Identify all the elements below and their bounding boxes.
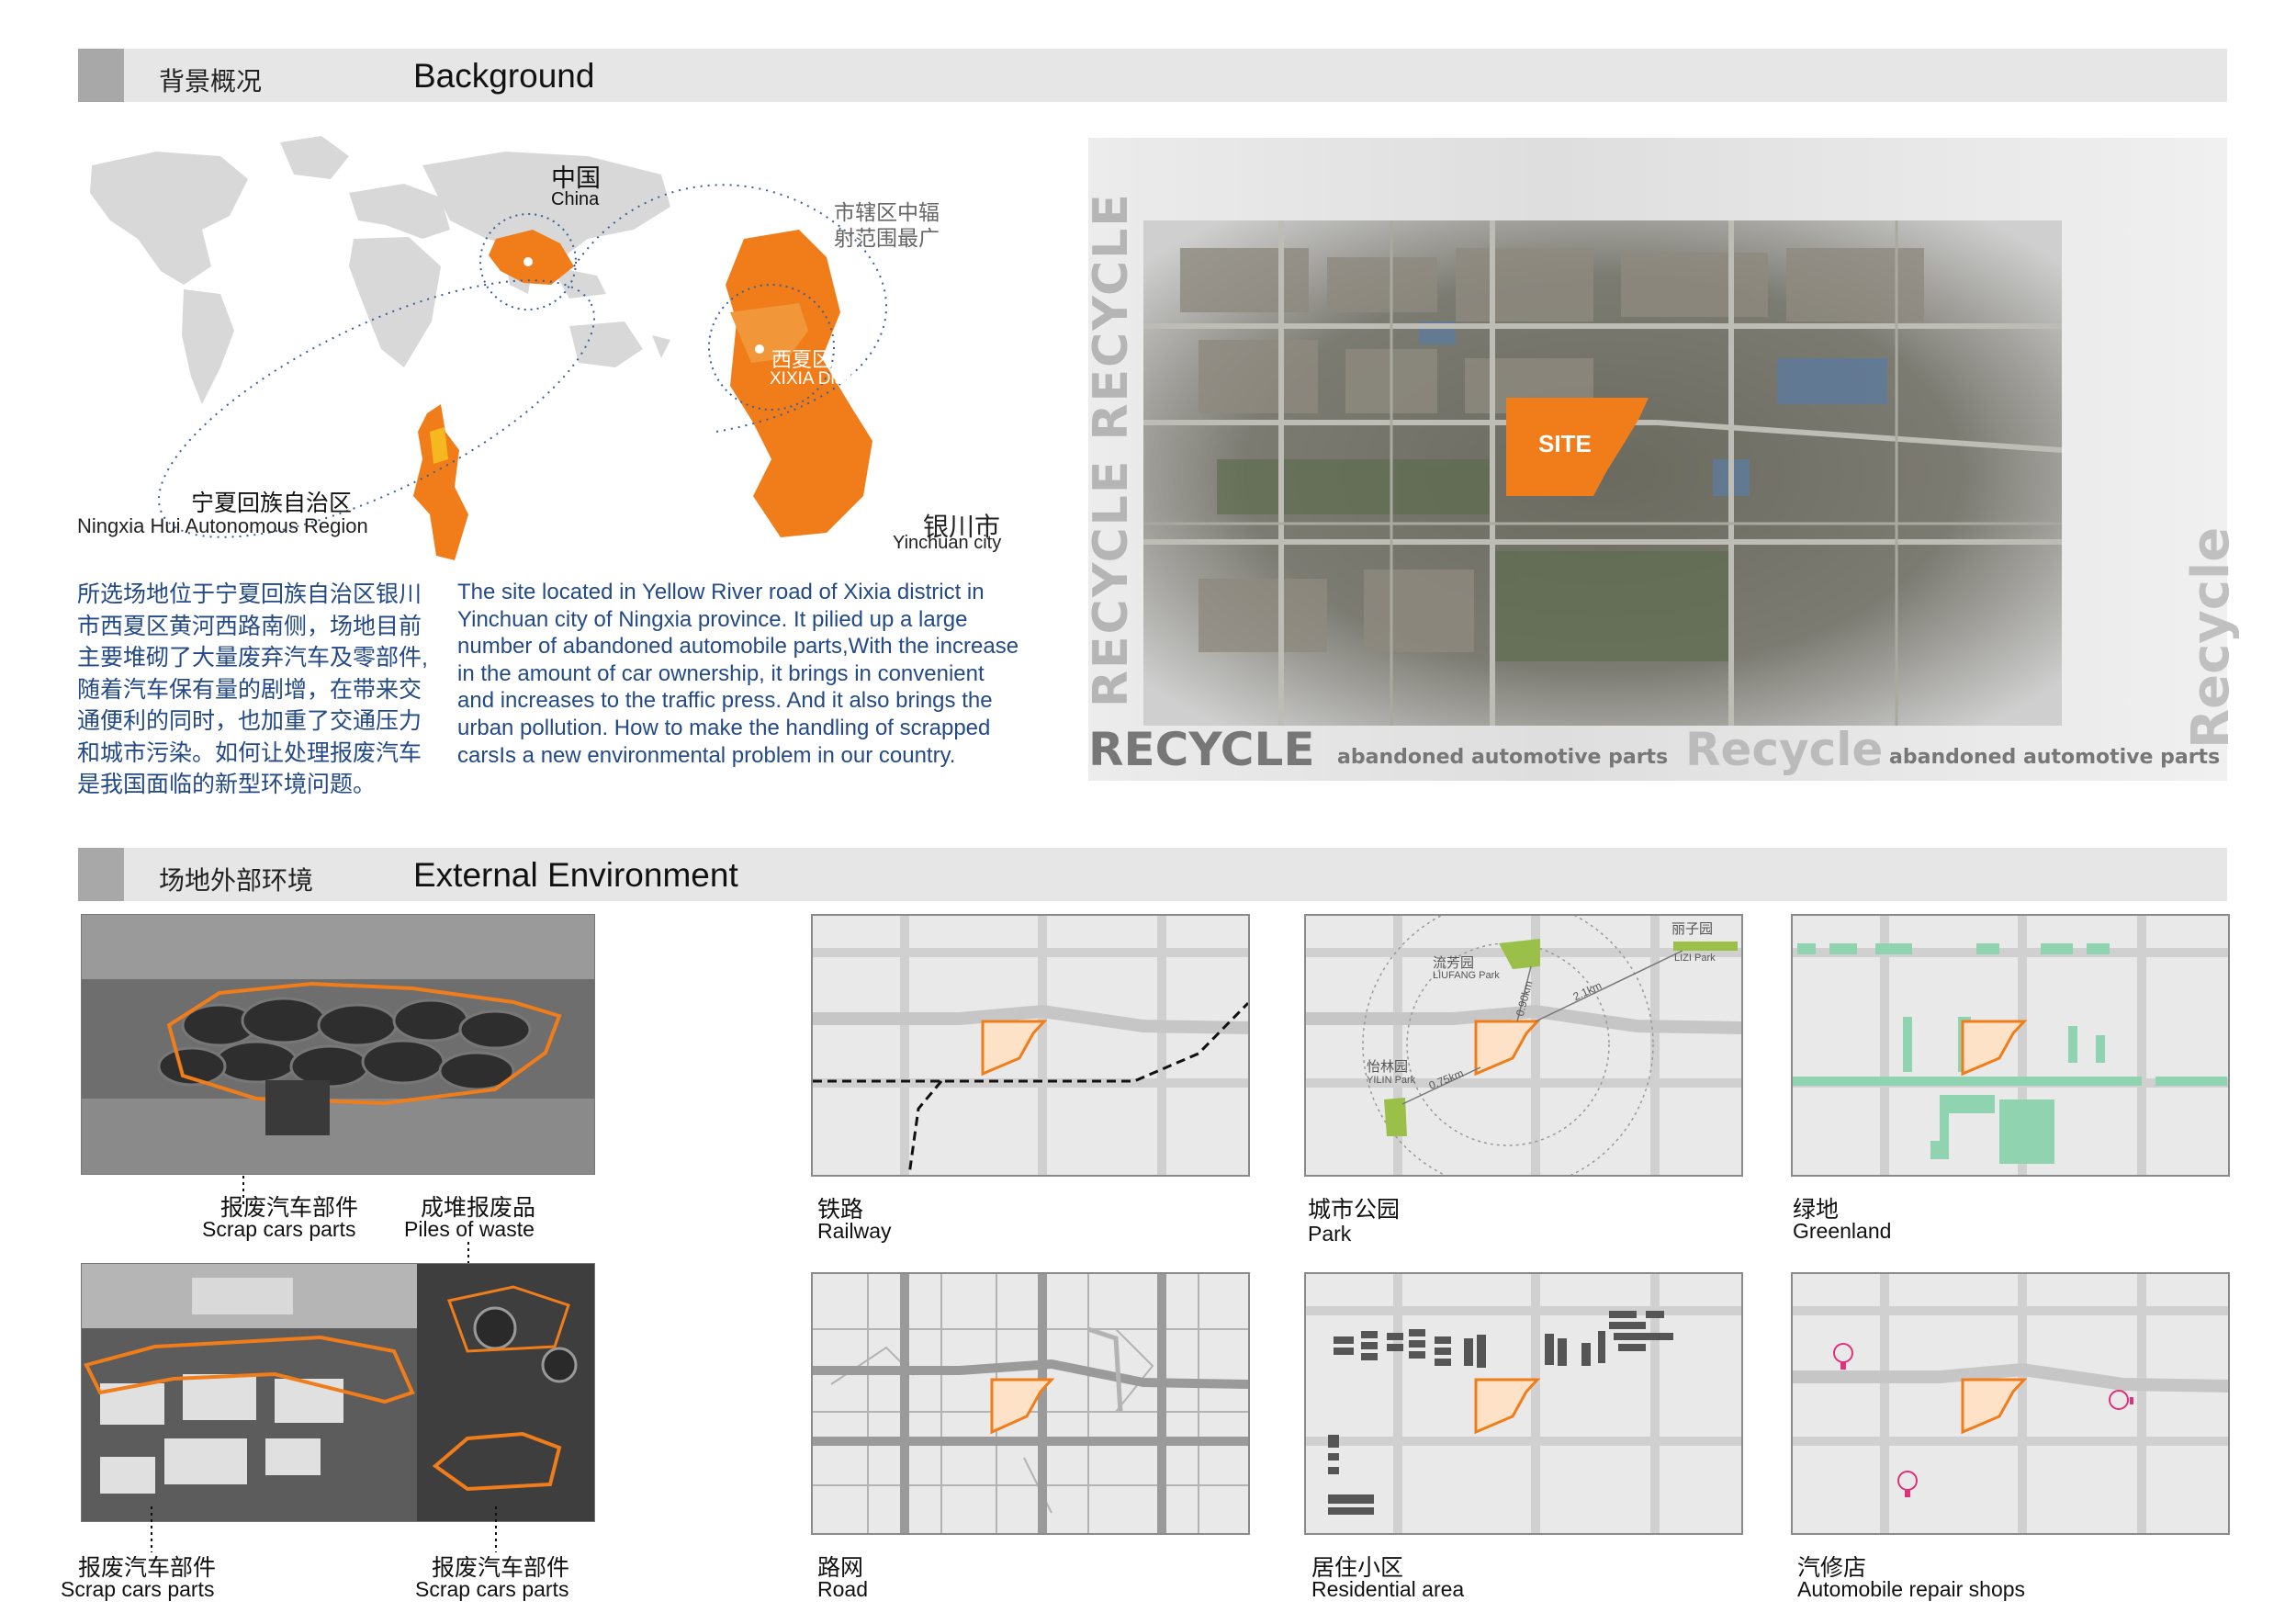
panel-greenland-map [1791,914,2230,1177]
en-line: number of abandoned automobile parts,Wit… [457,634,1019,660]
recycle-banner-big-2: Recycle [1685,723,1884,776]
section-header-environment: 场地外部环境 External Environment [78,848,2227,901]
panel-label-en: Park [1308,1222,1352,1246]
park-label-yilin-cn: 怡林园 [1367,1059,1409,1075]
panel-label-en: Residential area [1311,1577,1465,1601]
panel-repair-shops-map [1791,1272,2230,1535]
ningxia-label-en: Ningxia Hui Autonomous Region [77,514,368,537]
panel-label-en: Automobile repair shops [1797,1577,2026,1601]
section-header-background: 背景概况 Background [78,49,2227,102]
park-label-yilin-en: YILIN Park [1367,1075,1416,1086]
panel-road-map [811,1272,1250,1535]
en-line: carsIs a new environmental problem in ou… [457,742,956,768]
cn-line: 市西夏区黄河西路南侧，场地目前 [77,613,422,639]
header-chip [78,49,124,102]
caption-en: Scrap cars parts [202,1217,356,1241]
park-label-liufang-cn: 流芳园 [1433,955,1475,971]
panel-label-en: Railway [817,1219,892,1243]
cn-line: 和城市污染。如何让处理报废汽车 [77,739,422,766]
aerial-photo [1143,220,2062,726]
yinchuan-label-en: Yinchuan city [893,533,1002,553]
section-title-en: Background [413,57,595,95]
panel-residential-map [1304,1272,1743,1535]
recycle-banner-small-2: abandoned automotive parts [1889,746,2221,769]
panel-label-en: Road [817,1577,868,1601]
intro-text-cn: 所选场地位于宁夏回族自治区银川 市西夏区黄河西路南侧，场地目前 主要堆砌了大量废… [77,579,445,801]
photo-tires [81,914,595,1175]
section-title-cn: 场地外部环境 [159,866,314,895]
en-line: and increases to the traffic press. And … [457,688,993,714]
xixia-label-en: XIXIA District [770,369,872,389]
panel-label-en: Greenland [1793,1219,1892,1243]
recycle-banner-big: RECYCLE [1088,723,1315,776]
recycle-vertical-text: RECYCLE RECYCLE [1084,192,1139,707]
park-label-lizi-cn: 丽子园 [1671,921,1714,937]
leader-line [495,1506,497,1552]
section-title-cn: 背景概况 [159,67,263,96]
recycle-banner-small: abandoned automotive parts [1337,746,1669,769]
caption-en: Scrap cars parts [415,1577,569,1601]
leader-line [151,1506,152,1552]
en-line: Yinchuan city of Ningxia province. It pi… [457,606,968,632]
cn-line: 所选场地位于宁夏回族自治区银川 [77,581,422,607]
china-label-en: China [551,189,600,209]
cn-line: 通便利的同时，也加重了交通压力 [77,708,422,734]
en-line: The site located in Yellow River road of… [457,580,985,604]
photo-scrap-cars [81,1263,595,1522]
en-line: urban pollution. How to make the handlin… [457,715,991,740]
recycle-vertical-text-right: Recycle [2181,526,2241,749]
ningxia-label-cn: 宁夏回族自治区 [191,491,353,516]
en-line: in the amount of car ownership, it bring… [457,660,985,686]
header-chip [78,848,124,901]
intro-text-en: The site located in Yellow River road of… [457,579,1082,769]
park-label-liufang-en: LIUFANG Park [1433,970,1500,981]
panel-railway-map [811,914,1250,1177]
park-label-lizi-en: LIZI Park [1674,953,1716,964]
caption-en: Scrap cars parts [61,1577,215,1601]
cn-line: 主要堆砌了大量废弃汽车及零部件, [77,645,428,671]
district-note-line2: 射范围最广 [834,226,940,250]
site-label: SITE [1538,430,1592,457]
section-title-en: External Environment [413,856,738,894]
cn-line: 是我国面临的新型环境问题。 [77,772,377,797]
caption-en: Piles of waste [404,1217,535,1241]
cn-line: 随着汽车保有量的剧增，在带来交 [77,676,422,703]
panel-label-cn: 城市公园 [1308,1197,1401,1223]
